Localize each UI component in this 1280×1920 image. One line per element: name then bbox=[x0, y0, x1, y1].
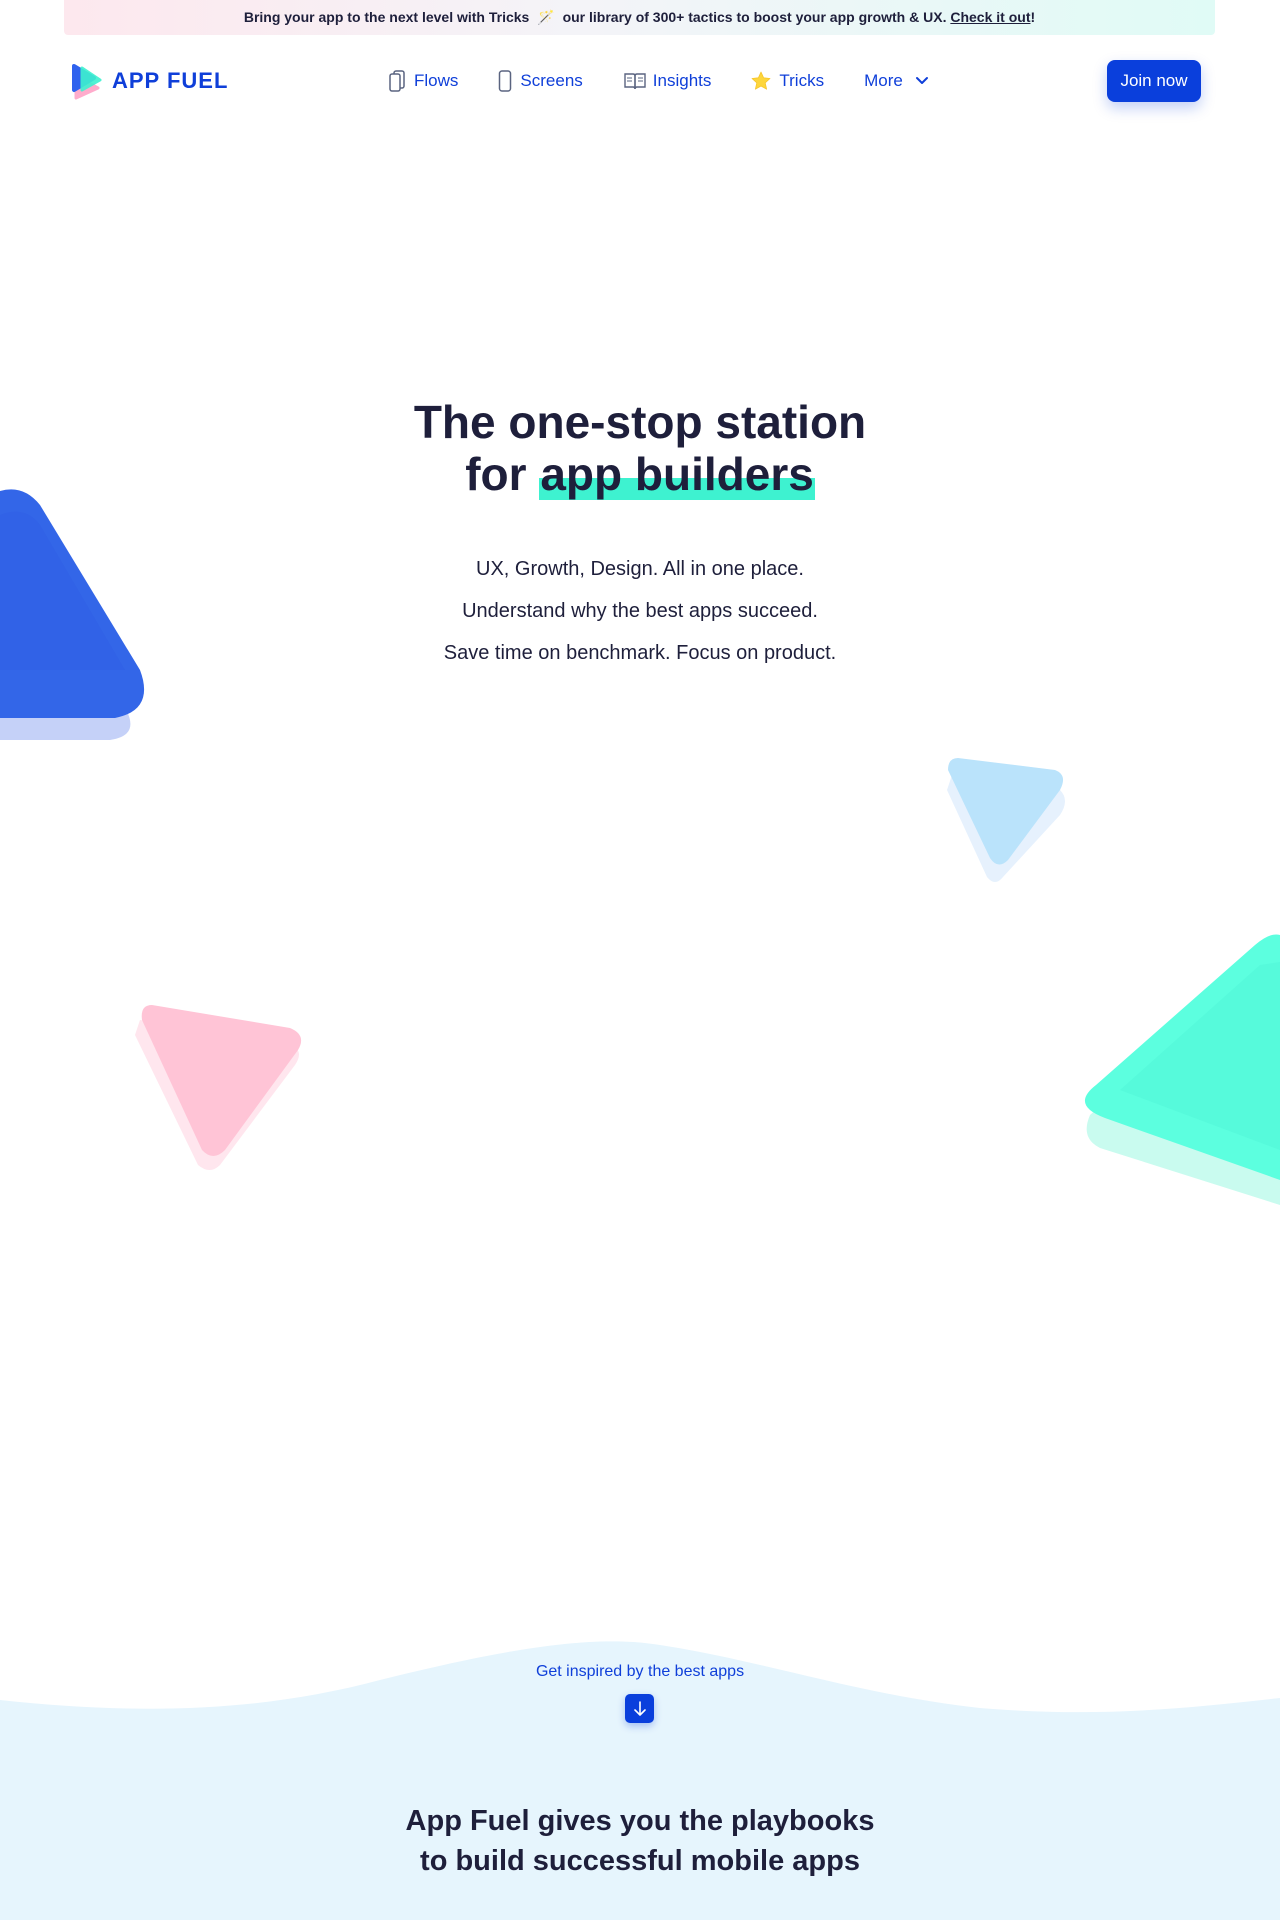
hero-title-prefix: for bbox=[465, 448, 527, 500]
arrow-down-icon bbox=[633, 1700, 646, 1716]
hero-title-highlight: app builders bbox=[539, 448, 815, 500]
scroll-down-button[interactable] bbox=[625, 1694, 654, 1723]
hero-title-line2: for app builders bbox=[340, 448, 940, 500]
section-heading-line1: App Fuel gives you the playbooks bbox=[405, 1805, 875, 1837]
section-heading: App Fuel gives you the playbooks to buil… bbox=[340, 1801, 940, 1881]
get-inspired-text: Get inspired by the best apps bbox=[535, 1663, 745, 1680]
section-heading-line2: to build successful mobile apps bbox=[420, 1845, 860, 1877]
hero-title-line1: The one-stop station bbox=[413, 396, 867, 448]
hero-subtitle-2: Understand why the best apps succeed. bbox=[462, 600, 818, 622]
hero-subtitle-1: UX, Growth, Design. All in one place. bbox=[476, 558, 804, 580]
hero-subtitle-3: Save time on benchmark. Focus on product… bbox=[443, 642, 837, 664]
blue-triangle-inner bbox=[0, 511, 125, 670]
hero-title: The one-stop station for app builders bbox=[340, 396, 940, 500]
